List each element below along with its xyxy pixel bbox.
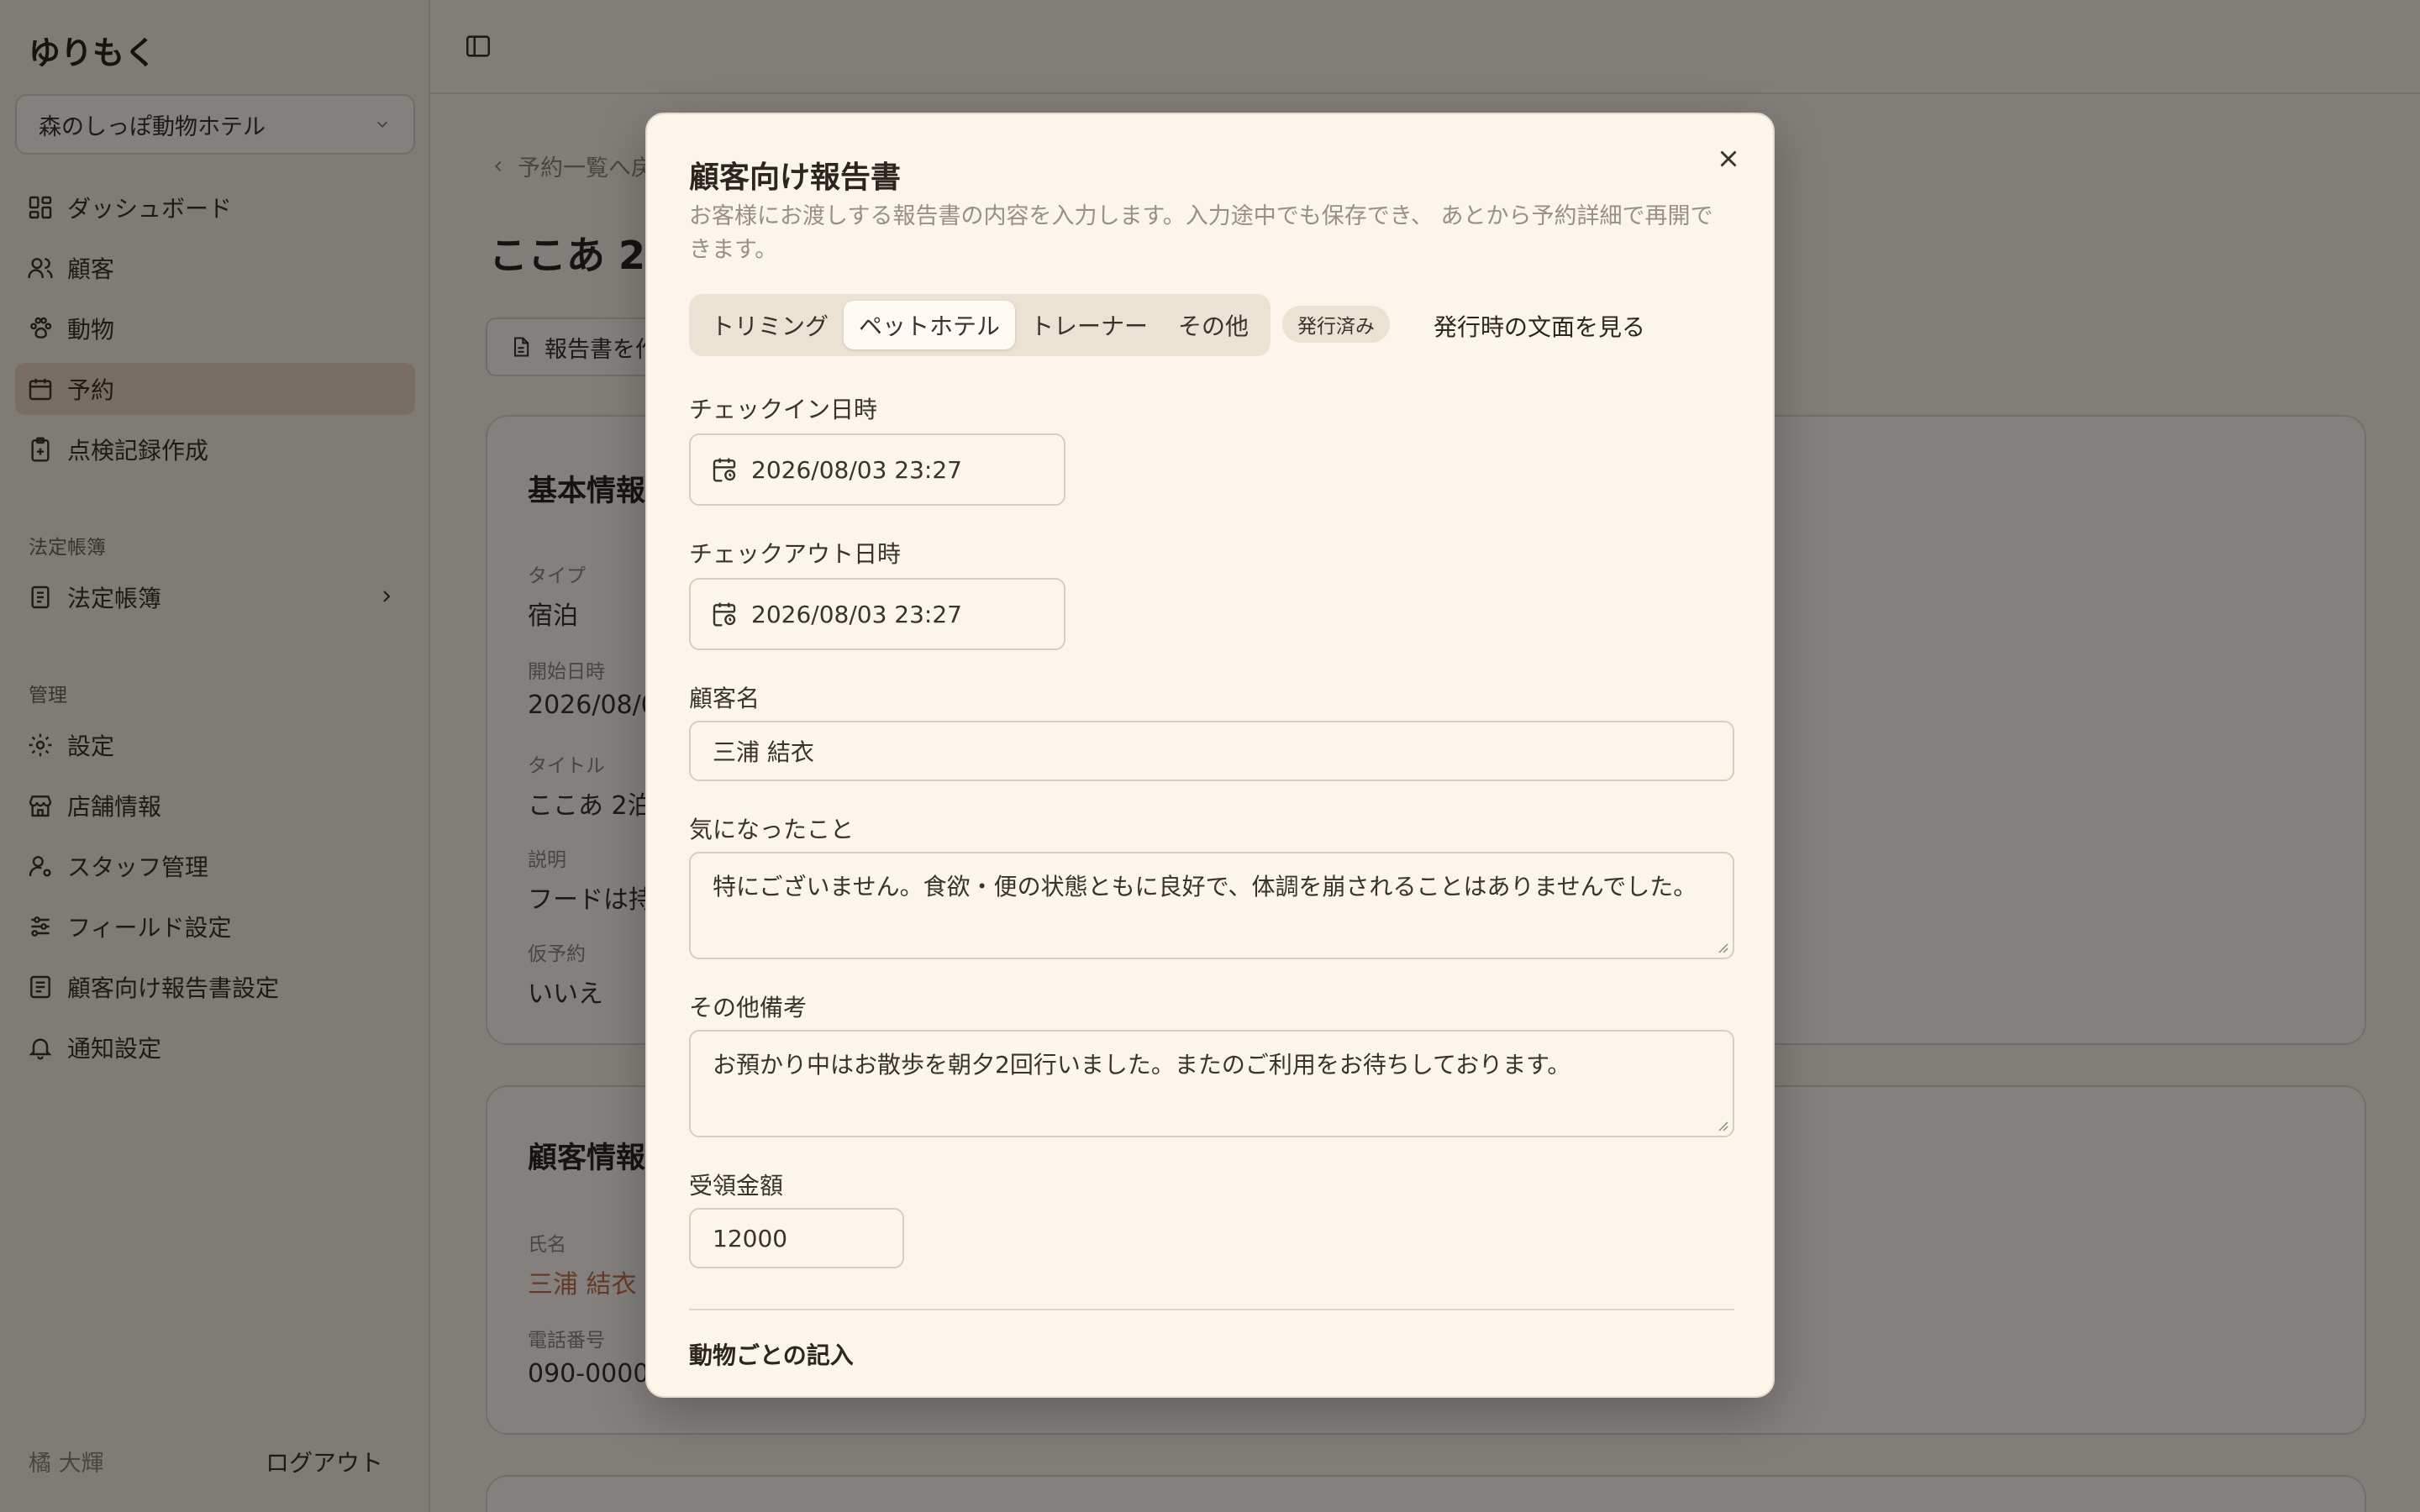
remarks-label: その他備考 <box>689 994 808 1021</box>
customer-name-value: 三浦 結衣 <box>713 738 814 766</box>
resize-grip-icon[interactable] <box>1714 1117 1729 1132</box>
amount-input[interactable]: 12000 <box>689 1208 904 1268</box>
tab-pet-hotel[interactable]: ペットホテル <box>844 301 1016 349</box>
tab-trimming[interactable]: トリミング <box>696 301 844 349</box>
concerns-value: 特にございません。食欲・便の状態ともに良好で、体調を崩されることはありませんでし… <box>713 873 1697 900</box>
status-badge: 発行済み <box>1282 306 1390 343</box>
checkin-datetime-field[interactable]: 2026/08/03 23:27 <box>689 433 1065 506</box>
checkout-label: チェックアウト日時 <box>689 540 902 568</box>
checkout-datetime-field[interactable]: 2026/08/03 23:27 <box>689 578 1065 650</box>
remarks-value: お預かり中はお散歩を朝夕2回行いました。またのご利用をお待ちしております。 <box>713 1051 1571 1079</box>
report-type-tabs: トリミング ペットホテル トレーナー その他 <box>689 294 1271 356</box>
tab-trainer[interactable]: トレーナー <box>1015 301 1163 349</box>
view-issued-text-button[interactable]: 発行時の文面を見る <box>1434 309 1645 343</box>
checkout-value: 2026/08/03 23:27 <box>751 600 962 628</box>
per-animal-heading: 動物ごとの記入 <box>689 1341 854 1369</box>
tab-other[interactable]: その他 <box>1163 301 1264 349</box>
dialog-title: 顧客向け報告書 <box>689 160 902 195</box>
remarks-textarea[interactable]: お預かり中はお散歩を朝夕2回行いました。またのご利用をお待ちしております。 <box>689 1030 1734 1137</box>
amount-value: 12000 <box>713 1224 788 1252</box>
concerns-label: 気になったこと <box>689 816 855 843</box>
amount-label: 受領金額 <box>689 1172 784 1200</box>
checkin-label: チェックイン日時 <box>689 396 878 423</box>
customer-report-dialog: 顧客向け報告書 お客様にお渡しする報告書の内容を入力します。入力途中でも保存でき… <box>645 113 1775 1398</box>
section-divider <box>689 1309 1734 1310</box>
customer-name-label: 顧客名 <box>689 685 760 712</box>
calendar-clock-icon <box>713 458 736 482</box>
resize-grip-icon[interactable] <box>1714 939 1729 954</box>
checkin-value: 2026/08/03 23:27 <box>751 455 962 484</box>
concerns-textarea[interactable]: 特にございません。食欲・便の状態ともに良好で、体調を崩されることはありませんでし… <box>689 852 1734 959</box>
customer-name-input[interactable]: 三浦 結衣 <box>689 721 1734 781</box>
dialog-description: お客様にお渡しする報告書の内容を入力します。入力途中でも保存でき、 あとから予約… <box>689 203 1713 263</box>
calendar-clock-icon <box>713 602 736 627</box>
close-icon[interactable] <box>1714 144 1743 173</box>
